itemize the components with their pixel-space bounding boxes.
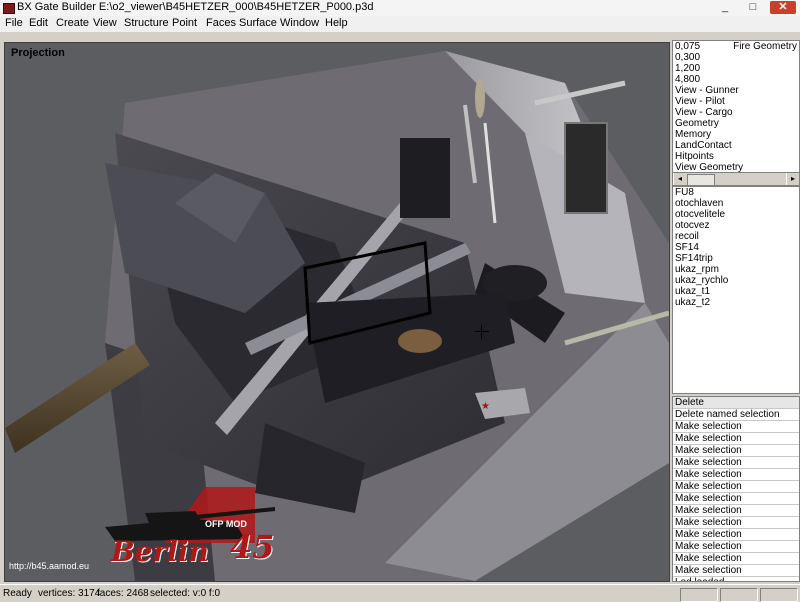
named-selections-panel[interactable]: FU8 otochlaven otocvelitele otocvez recoil SF… [672, 186, 800, 394]
selection-list-item[interactable]: SF14 [673, 242, 799, 253]
lod-list-panel[interactable]: 0,075 0,300 1,200 4,800 View - Gunner View - … [672, 40, 800, 174]
history-list-item[interactable]: Make selection [673, 421, 799, 433]
history-list-item[interactable]: Delete named selection [673, 409, 799, 421]
menu-structure[interactable]: Structure [124, 17, 169, 29]
lod-list-item[interactable]: View - Cargo [673, 107, 799, 118]
scroll-right-icon[interactable]: ▸ [786, 173, 799, 185]
lod-column-header: Fire Geometry [733, 41, 797, 52]
history-list-item[interactable]: Make selection [673, 445, 799, 457]
history-list-item[interactable]: Lod loaded [673, 577, 799, 581]
history-list-item[interactable]: Make selection [673, 433, 799, 445]
lod-list-item[interactable]: LandContact [673, 140, 799, 151]
history-list-item[interactable]: Make selection [673, 505, 799, 517]
menu-faces[interactable]: Faces [206, 17, 236, 29]
menu-window[interactable]: Window [280, 17, 319, 29]
maximize-button[interactable]: □ [742, 1, 764, 14]
scroll-left-icon[interactable]: ◂ [673, 173, 686, 185]
history-list-item[interactable]: Delete [673, 397, 799, 409]
menu-view[interactable]: View [93, 17, 117, 29]
berlin45-logo: OFP MOD Berlin 45 http://b45.aamod.eu [9, 483, 285, 579]
scroll-thumb[interactable] [687, 174, 715, 186]
history-list-item[interactable]: Make selection [673, 565, 799, 577]
status-vertices: vertices: 3174 [38, 588, 101, 599]
svg-text:★: ★ [481, 401, 490, 412]
history-list-item[interactable]: Make selection [673, 517, 799, 529]
history-list-item[interactable]: Make selection [673, 553, 799, 565]
named-selections-list[interactable]: FU8 otochlaven otocvelitele otocvez recoil SF… [673, 187, 799, 308]
lod-list-item[interactable]: View - Gunner [673, 85, 799, 96]
lod-list-item[interactable]: Memory [673, 129, 799, 140]
title-bar: BX Gate Builder E:\o2_viewer\B45HETZER_0… [0, 0, 800, 17]
status-faces: faces: 2468 [97, 588, 149, 599]
selection-list-item[interactable]: ukaz_rpm [673, 264, 799, 275]
viewport-label: Projection [11, 47, 65, 59]
menu-file[interactable]: File [5, 17, 23, 29]
projection-viewport[interactable]: ★ Projection OFP MOD Berlin 45 http://b4… [4, 42, 670, 582]
lod-list-item[interactable]: 4,800 [673, 74, 799, 85]
history-list-item[interactable]: Make selection [673, 469, 799, 481]
menu-bar: File Edit Create View Structure Point Fa… [0, 16, 800, 32]
selection-list-item[interactable]: ukaz_t2 [673, 297, 799, 308]
app-icon [3, 3, 15, 14]
selection-list-item[interactable]: SF14trip [673, 253, 799, 264]
history-list-item[interactable]: Make selection [673, 529, 799, 541]
lod-horizontal-scrollbar[interactable]: ◂ ▸ [672, 172, 800, 186]
selection-list-item[interactable]: otochlaven [673, 198, 799, 209]
history-list-item[interactable]: Make selection [673, 457, 799, 469]
logo-name-text: Berlin [111, 535, 209, 568]
status-selected: selected: v:0 f:0 [150, 588, 221, 599]
minimize-button[interactable]: _ [714, 1, 736, 14]
logo-url-text: http://b45.aamod.eu [9, 561, 90, 571]
history-list-item[interactable]: Make selection [673, 481, 799, 493]
selection-list-item[interactable]: ukaz_rychlo [673, 275, 799, 286]
lod-list-item[interactable]: Geometry [673, 118, 799, 129]
crosshair-cursor [475, 325, 489, 339]
lod-list-item[interactable]: 0,300 [673, 52, 799, 63]
window-title: BX Gate Builder E:\o2_viewer\B45HETZER_0… [17, 1, 374, 13]
lod-list-item[interactable]: 1,200 [673, 63, 799, 74]
history-list-item[interactable]: Make selection [673, 541, 799, 553]
lod-list-item[interactable]: View - Pilot [673, 96, 799, 107]
lod-list-item[interactable]: Hitpoints [673, 151, 799, 162]
history-panel[interactable]: Delete Delete named selection Make selecti… [672, 396, 800, 582]
history-list-item[interactable]: Make selection [673, 493, 799, 505]
selection-list-item[interactable]: ukaz_t1 [673, 286, 799, 297]
status-bar: Ready vertices: 3174 faces: 2468 selecte… [0, 584, 800, 602]
menu-point[interactable]: Point [172, 17, 197, 29]
selection-list-item[interactable]: recoil [673, 231, 799, 242]
menu-surface[interactable]: Surface [239, 17, 277, 29]
history-list[interactable]: Delete Delete named selection Make selecti… [673, 397, 799, 581]
menu-edit[interactable]: Edit [29, 17, 48, 29]
logo-number-text: 45 [230, 528, 275, 566]
status-ready: Ready [3, 588, 32, 599]
menu-create[interactable]: Create [56, 17, 89, 29]
selection-list-item[interactable]: FU8 [673, 187, 799, 198]
close-button[interactable]: ✕ [770, 1, 796, 14]
selection-list-item[interactable]: otocvez [673, 220, 799, 231]
menu-help[interactable]: Help [325, 17, 348, 29]
selection-list-item[interactable]: otocvelitele [673, 209, 799, 220]
lod-list[interactable]: 0,075 0,300 1,200 4,800 View - Gunner View - … [673, 41, 799, 173]
